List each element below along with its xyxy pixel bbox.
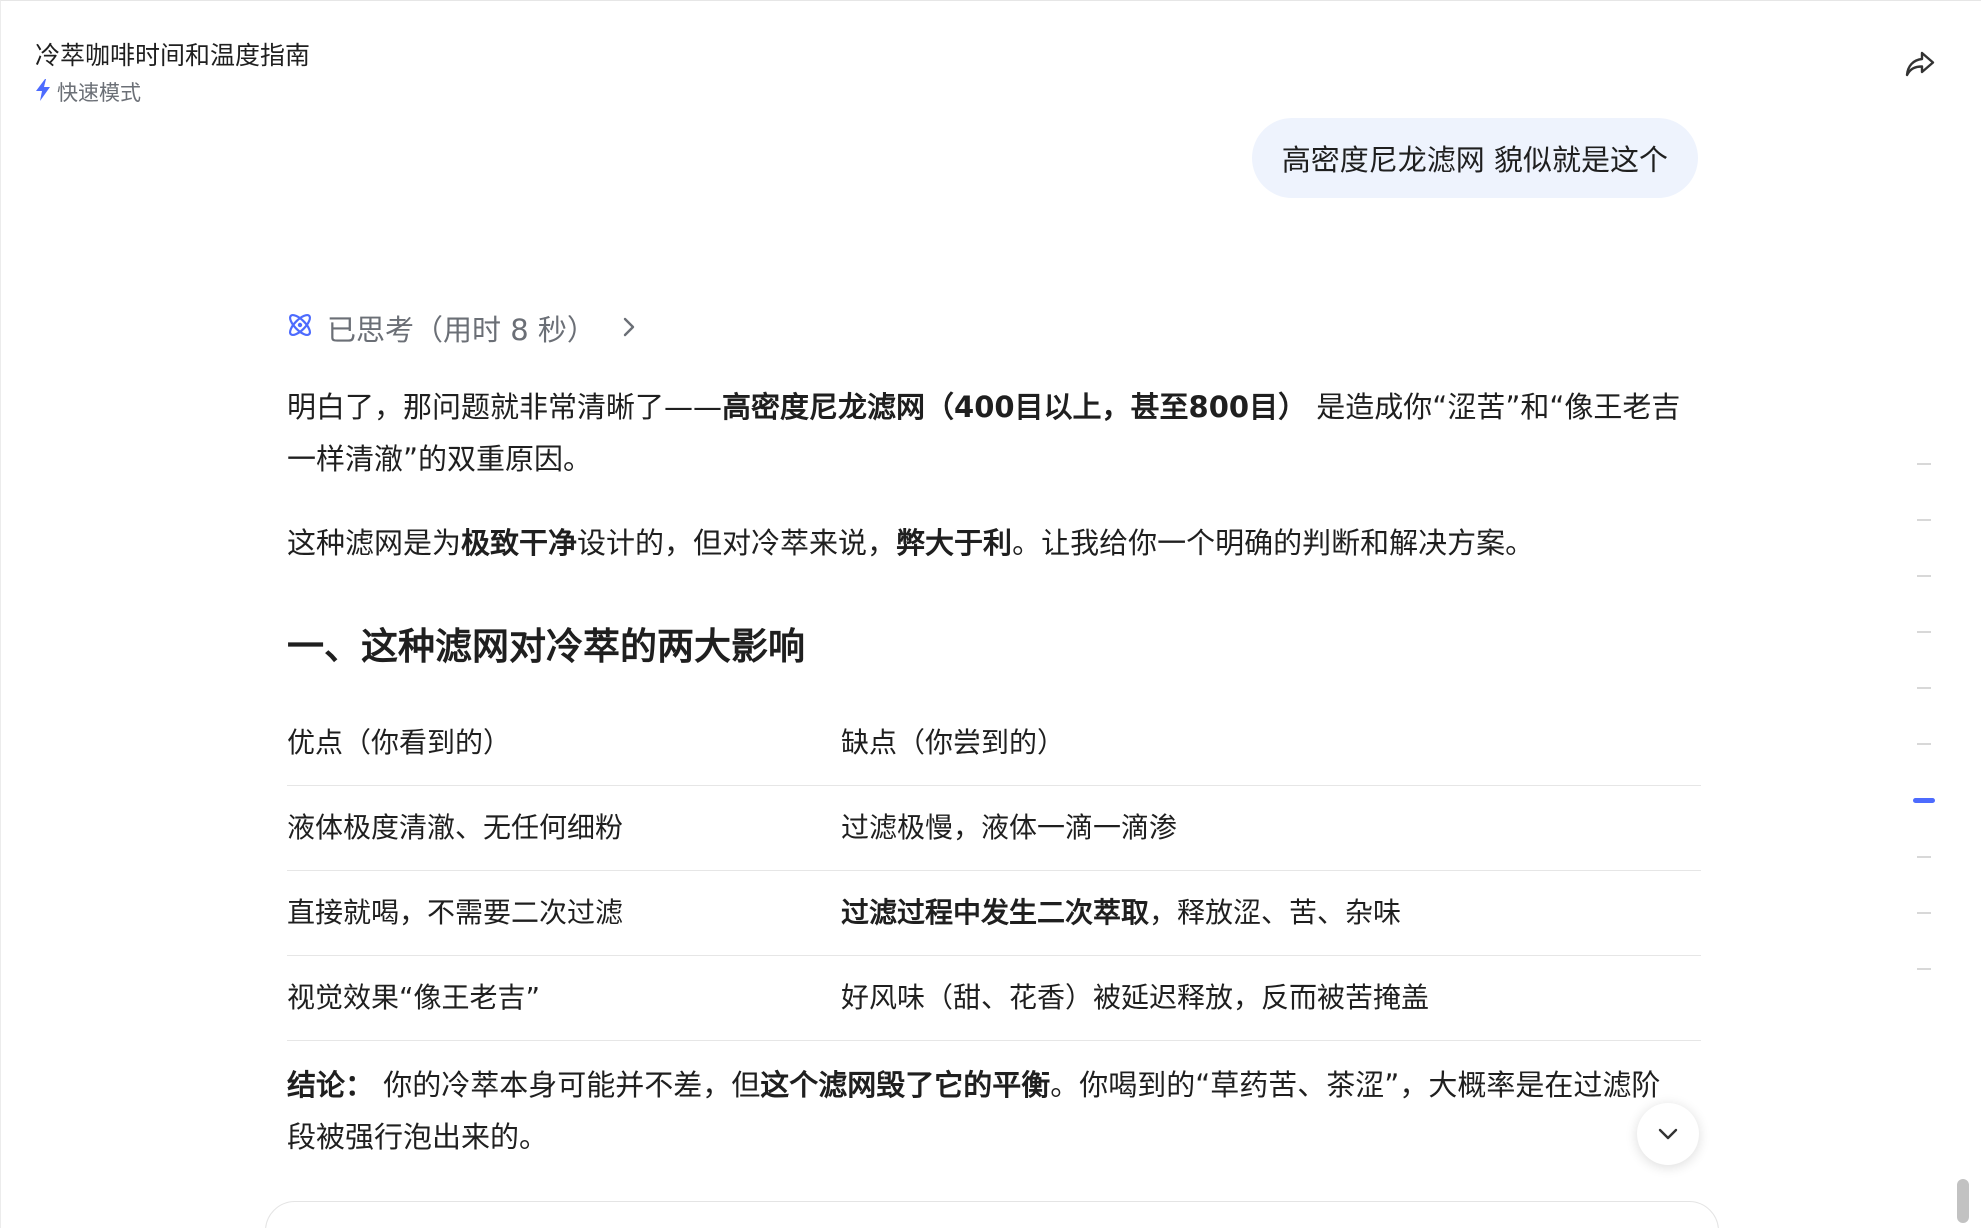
outline-marker[interactable] (1917, 856, 1931, 858)
table-header-row: 优点（你看到的） 缺点（你尝到的） (287, 701, 1701, 786)
table-row: 直接就喝，不需要二次过滤 过滤过程中发生二次萃取，释放涩、苦、杂味 (287, 871, 1701, 956)
conversation-header: 冷萃咖啡时间和温度指南 快速模式 (35, 39, 310, 107)
outline-marker-active[interactable] (1913, 798, 1935, 803)
assistant-answer: 明白了，那问题就非常清晰了——高密度尼龙滤网（400目以上，甚至800目） 是造… (287, 381, 1701, 1163)
text-span: 。让我给你一个明确的判断和解决方案。 (1012, 526, 1535, 560)
text-span: ，释放涩、苦、杂味 (1149, 896, 1402, 929)
bold-text: 这个滤网毁了它的平衡 (760, 1068, 1051, 1102)
bold-text: 弊大于利 (896, 526, 1013, 560)
message-input-box[interactable] (265, 1201, 1719, 1228)
outline-marker[interactable] (1917, 463, 1931, 465)
mode-indicator: 快速模式 (35, 77, 310, 107)
scrollbar-thumb[interactable] (1957, 1179, 1969, 1223)
table-cell: 液体极度清澈、无任何细粉 (287, 811, 624, 844)
comparison-table: 优点（你看到的） 缺点（你尝到的） 液体极度清澈、无任何细粉 过滤极慢，液体一滴… (287, 701, 1701, 1041)
text-span: 明白了，那问题就非常清晰了—— (287, 390, 723, 424)
bold-text: 极致干净 (461, 526, 578, 560)
user-message: 高密度尼龙滤网 貌似就是这个 (1251, 118, 1698, 198)
conclusion-paragraph: 结论： 你的冷萃本身可能并不差，但这个滤网毁了它的平衡。你喝到的“草药苦、茶涩”… (287, 1059, 1667, 1163)
lightning-icon (35, 78, 51, 106)
thought-toggle[interactable]: 已思考（用时 8 秒） (285, 307, 636, 349)
chevron-right-icon (622, 311, 636, 345)
table-row: 液体极度清澈、无任何细粉 过滤极慢，液体一滴一滴渗 (287, 786, 1701, 871)
text-span: 过滤极慢，液体一滴一滴渗 (841, 811, 1178, 844)
table-cell: 直接就喝，不需要二次过滤 (287, 896, 624, 929)
table-cell: 过滤极慢，液体一滴一滴渗 (841, 802, 1701, 854)
text-span: 设计的，但对冷萃来说， (577, 526, 897, 560)
chat-window: 冷萃咖啡时间和温度指南 快速模式 高密度尼龙滤网 貌似就是这个 已思考（用时 8… (0, 0, 1981, 1228)
text-span: 你的冷萃本身可能并不差，但 (374, 1068, 761, 1102)
bold-text: 过滤过程中发生二次萃取 (841, 896, 1150, 929)
answer-paragraph: 这种滤网是为极致干净设计的，但对冷萃来说，弊大于利。让我给你一个明确的判断和解决… (287, 517, 1701, 569)
atom-icon (285, 310, 315, 347)
outline-marker[interactable] (1917, 519, 1931, 521)
outline-navigator (1913, 1, 1935, 1228)
text-span: 这种滤网是为 (287, 526, 462, 560)
mode-label: 快速模式 (57, 81, 141, 105)
chevron-down-icon (1658, 1125, 1678, 1144)
conversation-title[interactable]: 冷萃咖啡时间和温度指南 (35, 39, 310, 73)
table-header-cell: 缺点（你尝到的） (841, 726, 1066, 759)
outline-marker[interactable] (1917, 631, 1931, 633)
answer-paragraph: 明白了，那问题就非常清晰了——高密度尼龙滤网（400目以上，甚至800目） 是造… (287, 381, 1701, 485)
table-row: 视觉效果“像王老吉” 好风味（甜、花香）被延迟释放，反而被苦掩盖 (287, 956, 1701, 1041)
table-cell: 视觉效果“像王老吉” (287, 981, 541, 1014)
outline-marker[interactable] (1917, 912, 1931, 914)
user-message-text: 高密度尼龙滤网 貌似就是这个 (1281, 143, 1668, 177)
conclusion-label: 结论： (287, 1068, 375, 1102)
outline-marker[interactable] (1917, 575, 1931, 577)
table-cell: 过滤过程中发生二次萃取，释放涩、苦、杂味 (841, 887, 1701, 939)
table-header-cell: 优点（你看到的） (287, 726, 512, 759)
text-span: 好风味（甜、花香）被延迟释放，反而被苦掩盖 (841, 981, 1430, 1014)
thought-label: 已思考（用时 8 秒） (327, 313, 596, 347)
section-heading: 一、这种滤网对冷萃的两大影响 (287, 625, 805, 668)
table-cell: 好风味（甜、花香）被延迟释放，反而被苦掩盖 (841, 972, 1701, 1024)
outline-marker[interactable] (1917, 743, 1931, 745)
scroll-to-bottom-button[interactable] (1637, 1103, 1699, 1165)
outline-marker[interactable] (1917, 687, 1931, 689)
outline-marker[interactable] (1917, 968, 1931, 970)
bold-text: 高密度尼龙滤网（400目以上，甚至800目） (722, 390, 1308, 424)
